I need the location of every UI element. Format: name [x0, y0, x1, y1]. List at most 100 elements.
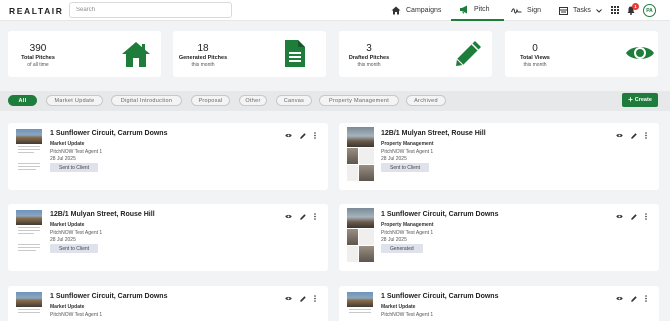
status-badge: Sent to Client: [50, 244, 99, 253]
pitch-title[interactable]: 1 Sunflower Circuit, Carrum Downs: [50, 130, 167, 137]
pitch-thumbnail: [16, 210, 42, 265]
filter-chip-canvas[interactable]: Canvas: [276, 95, 312, 106]
signature-icon: [511, 7, 522, 14]
pitch-agent: PitchNOW Test Agent 1: [381, 149, 434, 155]
edit-pencil-icon[interactable]: [300, 132, 306, 139]
home-icon: [391, 6, 401, 15]
pitch-agent: PitchNOW Test Agent 1: [381, 230, 434, 236]
pitch-actions: [616, 132, 647, 139]
pitch-actions: [616, 295, 647, 302]
document-icon: [285, 40, 305, 67]
pitch-type: Property Management: [381, 141, 434, 147]
view-eye-icon[interactable]: [616, 133, 623, 138]
edit-pencil-icon[interactable]: [631, 213, 637, 220]
more-vertical-icon[interactable]: [645, 132, 647, 139]
status-badge: Sent to Client: [50, 163, 99, 172]
pitch-card[interactable]: 12B/1 Mulyan Street, Rouse Hill Property…: [339, 123, 659, 190]
stat-label: Drafted Pitches: [348, 55, 390, 61]
view-eye-icon[interactable]: [285, 133, 292, 138]
pitch-agent: PitchNOW Test Agent 1: [50, 230, 103, 236]
pitch-title[interactable]: 12B/1 Mulyan Street, Rouse Hill: [381, 130, 486, 137]
filter-chip-all[interactable]: All: [8, 95, 37, 106]
pitch-card[interactable]: 1 Sunflower Circuit, Carrum Downs Market…: [8, 286, 328, 321]
stat-value: 18: [197, 43, 209, 54]
more-vertical-icon[interactable]: [314, 213, 316, 220]
filter-chip-market-update[interactable]: Market Update: [46, 95, 103, 106]
search-input[interactable]: [69, 2, 232, 18]
view-eye-icon[interactable]: [616, 214, 623, 219]
pitch-actions: [616, 213, 647, 220]
pitch-title[interactable]: 1 Sunflower Circuit, Carrum Downs: [381, 211, 498, 218]
pitch-card[interactable]: 1 Sunflower Circuit, Carrum Downs Proper…: [339, 204, 659, 271]
pitch-type: Market Update: [50, 222, 85, 228]
stat-card-generated-pitches: 18 Generated Pitches this month: [173, 31, 326, 77]
create-button[interactable]: + Create: [622, 93, 658, 107]
stat-label: Total Views: [520, 55, 550, 61]
pitch-card[interactable]: 12B/1 Mulyan Street, Rouse Hill Market U…: [8, 204, 328, 271]
edit-pencil-icon[interactable]: [631, 132, 637, 139]
chevron-down-icon: [596, 8, 602, 13]
stat-subtext: this month: [523, 62, 547, 68]
more-vertical-icon[interactable]: [314, 295, 316, 302]
pitch-thumbnail: [347, 208, 374, 267]
filter-chip-property-management[interactable]: Property Management: [319, 95, 399, 106]
pitch-card[interactable]: 1 Sunflower Circuit, Carrum Downs Market…: [339, 286, 659, 321]
pitch-date: 28 Jul 2025: [381, 237, 407, 243]
pitch-type: Market Update: [50, 141, 85, 147]
pitch-thumbnail: [16, 129, 42, 184]
filter-chip-digital-introduction[interactable]: Digital Introduction: [111, 95, 182, 106]
filter-chip-archived[interactable]: Archived: [406, 95, 446, 106]
stat-subtext: this month: [357, 62, 381, 68]
pitch-title[interactable]: 1 Sunflower Circuit, Carrum Downs: [50, 293, 167, 300]
pitch-date: 28 Jul 2025: [50, 237, 76, 243]
realtair-logo[interactable]: REALTAIR: [9, 6, 64, 16]
status-badge: Generated: [381, 244, 423, 253]
view-eye-icon[interactable]: [285, 214, 292, 219]
nav-tasks[interactable]: Tasks: [559, 0, 602, 21]
avatar[interactable]: PA: [643, 4, 656, 17]
more-vertical-icon[interactable]: [314, 132, 316, 139]
pitch-title[interactable]: 12B/1 Mulyan Street, Rouse Hill: [50, 211, 155, 218]
nav-campaigns[interactable]: Campaigns: [391, 0, 441, 21]
stat-card-total-pitches: 390 Total Pitches of all time: [8, 31, 161, 77]
filter-chip-proposal[interactable]: Proposal: [191, 95, 230, 106]
eye-icon: [626, 47, 654, 59]
view-eye-icon[interactable]: [285, 296, 292, 301]
edit-pencil-icon[interactable]: [631, 295, 637, 302]
megaphone-icon: [460, 5, 467, 14]
pitch-card[interactable]: 1 Sunflower Circuit, Carrum Downs Market…: [8, 123, 328, 190]
stat-card-drafted-pitches: 3 Drafted Pitches this month: [339, 31, 492, 77]
stat-value: 390: [29, 43, 47, 54]
pitch-type: Market Update: [50, 304, 85, 310]
plus-icon: +: [628, 95, 633, 104]
pitch-thumbnail: [16, 292, 42, 321]
top-navbar: REALTAIR Campaigns Pitch Sign Tasks 1 PA: [0, 0, 670, 21]
nav-pitch[interactable]: Pitch: [451, 0, 504, 21]
stat-card-total-views: 0 Total Views this month: [505, 31, 658, 77]
more-vertical-icon[interactable]: [645, 295, 647, 302]
view-eye-icon[interactable]: [616, 296, 623, 301]
pitch-type: Market Update: [381, 304, 416, 310]
edit-pencil-icon[interactable]: [300, 213, 306, 220]
pitch-agent: PitchNOW Test Agent 1: [381, 312, 434, 318]
pitch-actions: [285, 295, 316, 302]
pitch-date: 28 Jul 2025: [50, 156, 76, 162]
pitch-agent: PitchNOW Test Agent 1: [50, 312, 103, 318]
pitch-actions: [285, 132, 316, 139]
pitch-thumbnail: [347, 127, 374, 186]
apps-grid-icon[interactable]: [611, 6, 619, 14]
filter-chip-other[interactable]: Other: [239, 95, 267, 106]
nav-pitch-label: Pitch: [474, 6, 490, 13]
house-icon: [122, 42, 150, 67]
edit-pencil-icon[interactable]: [300, 295, 306, 302]
nav-tasks-label: Tasks: [573, 7, 591, 14]
more-vertical-icon[interactable]: [645, 213, 647, 220]
status-badge: Sent to Client: [381, 163, 430, 172]
pitch-thumbnail: [347, 292, 373, 321]
nav-sign[interactable]: Sign: [511, 0, 541, 21]
stat-value: 3: [366, 43, 372, 54]
stat-subtext: of all time: [27, 62, 49, 68]
pitch-title[interactable]: 1 Sunflower Circuit, Carrum Downs: [381, 293, 498, 300]
pencil-icon: [456, 41, 481, 66]
stat-subtext: this month: [191, 62, 215, 68]
